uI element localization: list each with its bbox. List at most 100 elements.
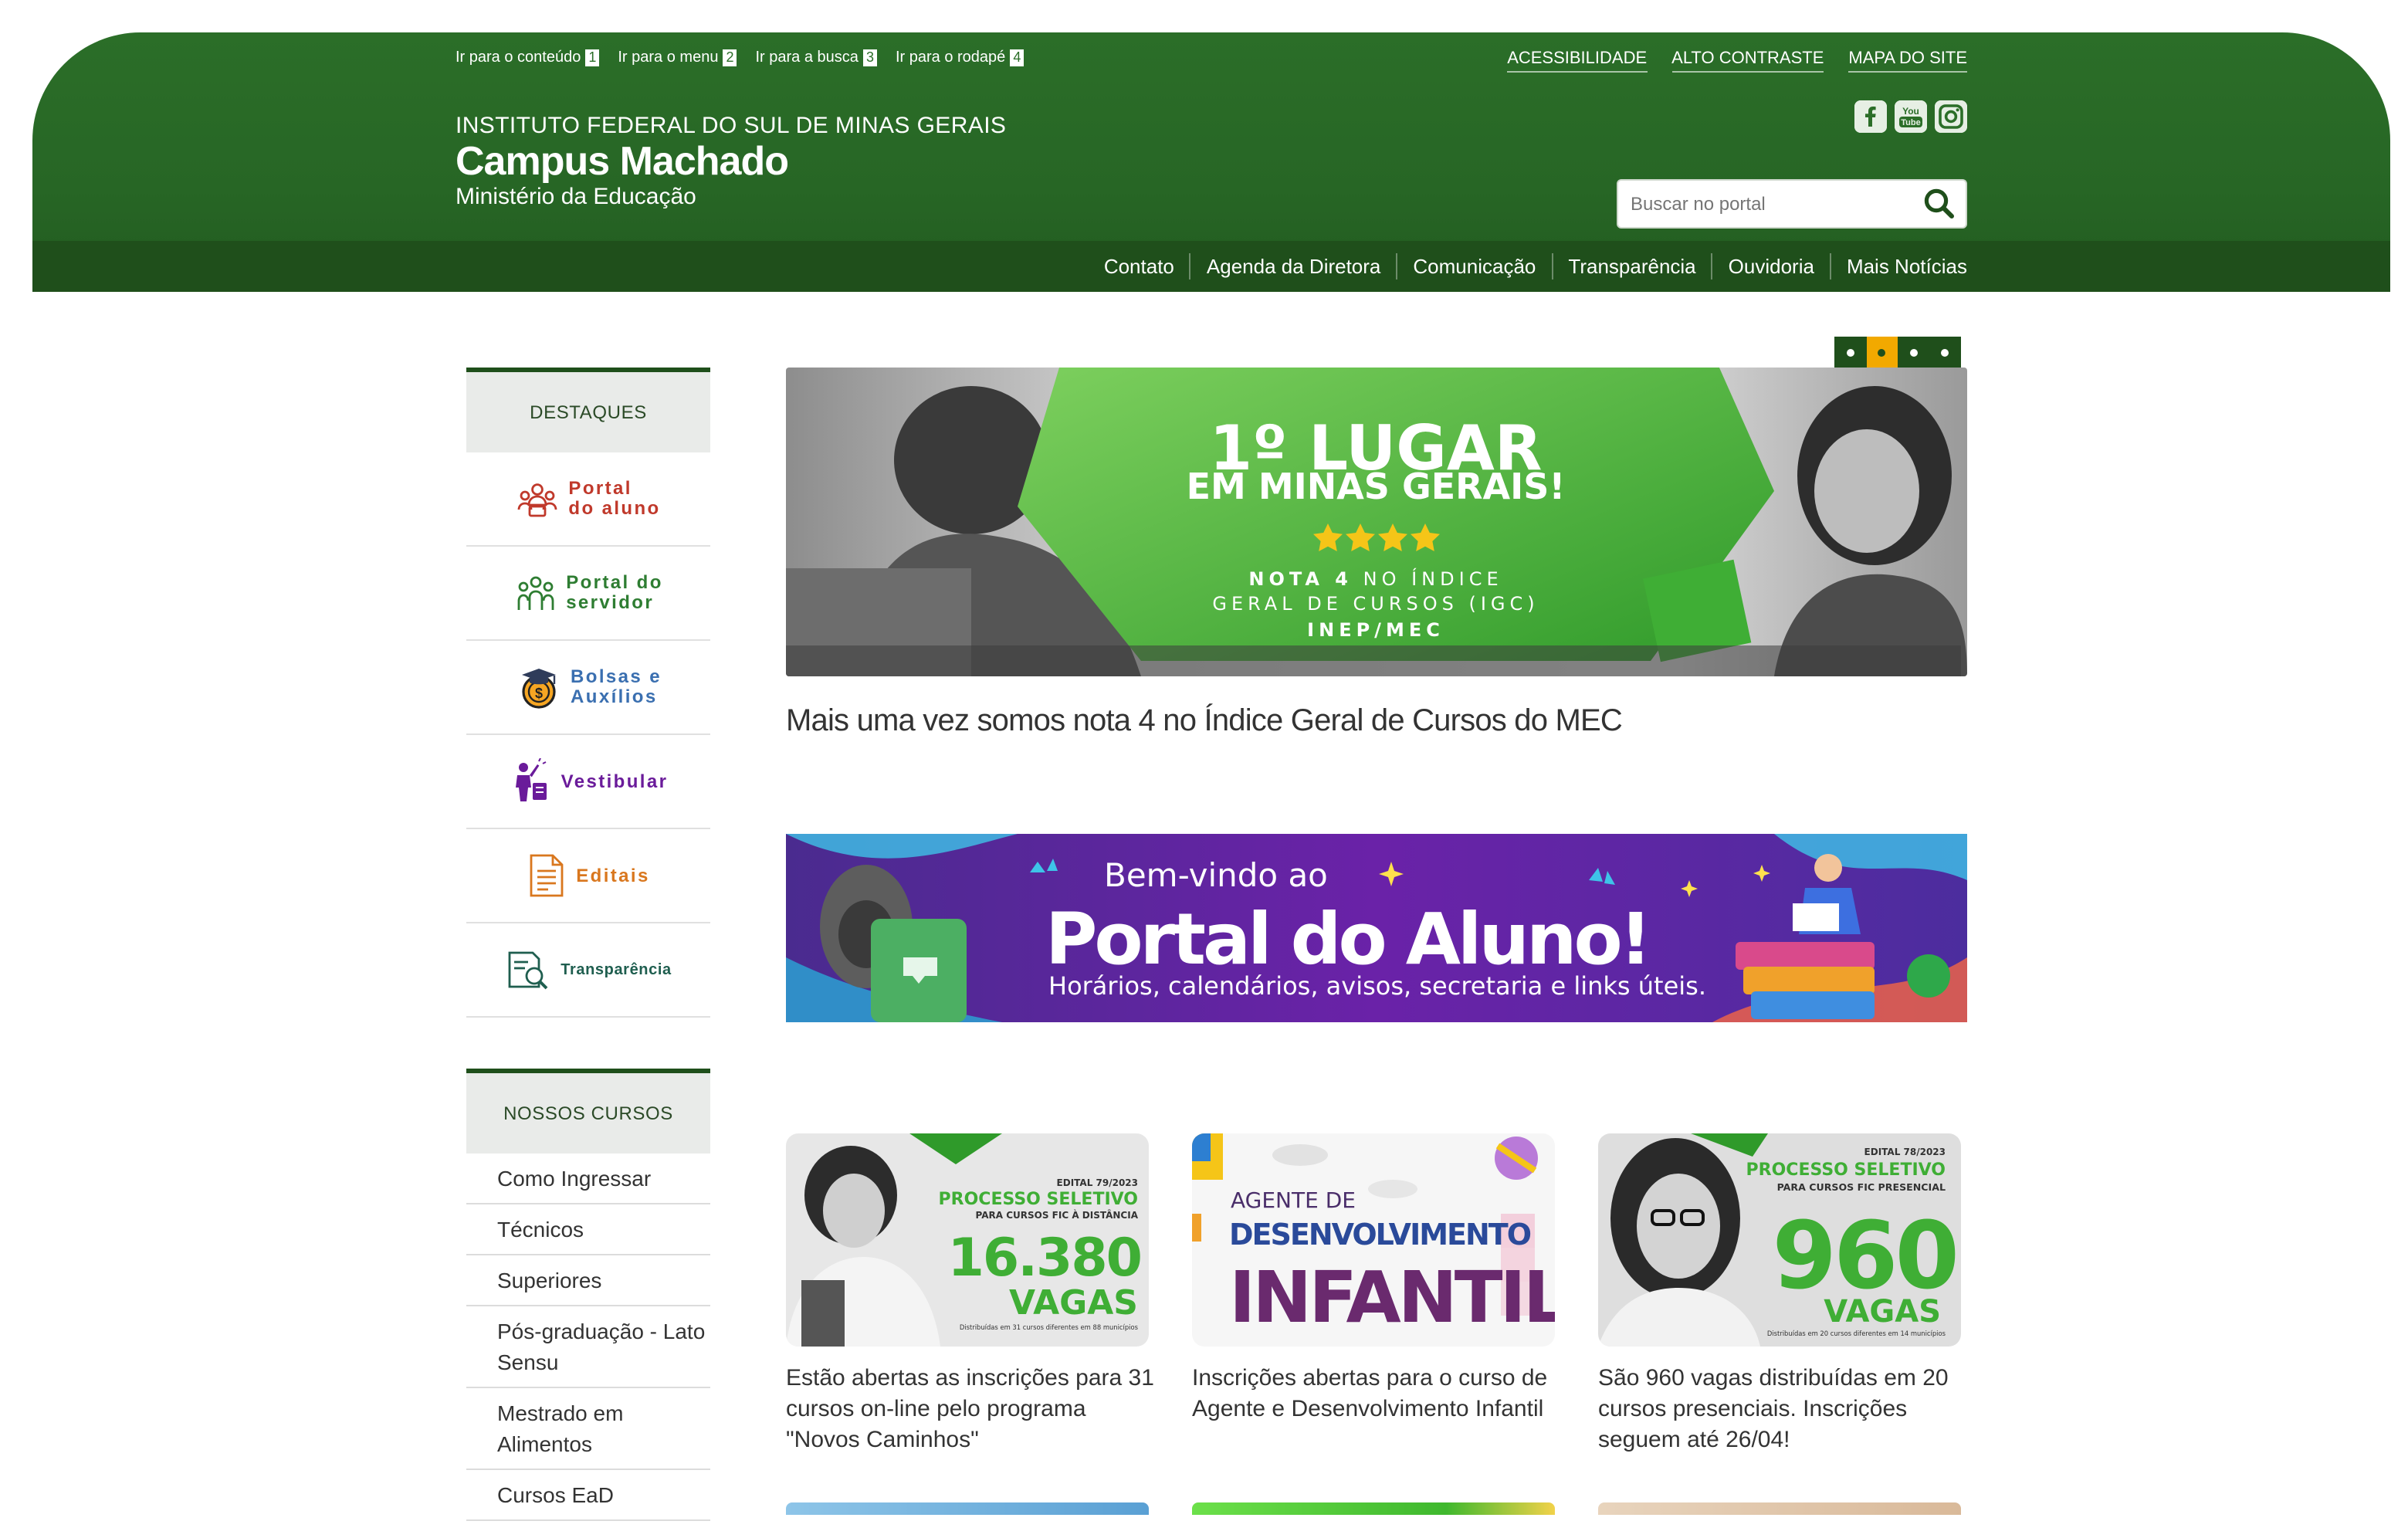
thumb-foot: Distribuídas em 20 cursos diferentes em … (1767, 1330, 1946, 1337)
courses-panel: NOSSOS CURSOS Como Ingressar Técnicos Su… (466, 1069, 710, 1521)
carousel-slide-image[interactable]: 1º LUGAR EM MINAS GERAIS! NOTA 4 NO ÍNDI… (786, 368, 1967, 676)
thumb-title-1: AGENTE DE (1231, 1187, 1356, 1213)
news-image-agente-infantil: AGENTE DE DESENVOLVIMENTO INFANTIL (1192, 1133, 1555, 1347)
thumb-edital: EDITAL 78/2023 (1864, 1147, 1946, 1157)
news-thumbnail[interactable]: AGENTE DE DESENVOLVIMENTO INFANTIL (1192, 1133, 1555, 1347)
thumb-title: PROCESSO SELETIVO (939, 1190, 1138, 1209)
skip-link-content[interactable]: Ir para o conteúdo 1 (456, 49, 600, 66)
thumb-title: PROCESSO SELETIVO (1746, 1160, 1946, 1180)
skip-link-search[interactable]: Ir para a busca 3 (756, 49, 877, 66)
portal-title: Portal do Aluno! (1045, 898, 1649, 981)
scholarship-icon: $ (521, 669, 556, 709)
document-icon (530, 854, 564, 897)
sitemap-link[interactable]: MAPA DO SITE (1848, 49, 1967, 73)
skip-link-footer[interactable]: Ir para o rodapé 4 (896, 49, 1025, 66)
highlight-bolsas[interactable]: $ Bolsas e Auxílios (466, 641, 710, 735)
course-link-pos-graduacao[interactable]: Pós-graduação - Lato Sensu (466, 1306, 710, 1388)
news-card[interactable]: EDITAL 78/2023 PROCESSO SELETIVO PARA CU… (1598, 1133, 1964, 1456)
social-links: You Tube (1854, 100, 1967, 133)
thumb-sub: PARA CURSOS FIC PRESENCIAL (1777, 1181, 1946, 1193)
portal-subtitle: Horários, calendários, avisos, secretari… (1048, 971, 1706, 1001)
news-title[interactable]: Estão abertas as inscrições para 31 curs… (786, 1364, 1157, 1456)
nav-item-contato[interactable]: Contato (1089, 253, 1190, 279)
carousel-pager (1834, 337, 1961, 369)
highlights-panel: DESTAQUES Portal do aluno Portal do serv… (466, 368, 710, 1018)
thumb-number: 16.380 (948, 1228, 1141, 1289)
nav-item-agenda[interactable]: Agenda da Diretora (1189, 253, 1397, 279)
accessibility-links: ACESSIBILIDADE ALTO CONTRASTE MAPA DO SI… (1507, 49, 1967, 73)
hero-line-1: NO ÍNDICE (1353, 567, 1503, 590)
news-title[interactable]: Inscrições abertas para o curso de Agent… (1192, 1364, 1563, 1425)
institution-name: INSTITUTO FEDERAL DO SUL DE MINAS GERAIS (456, 113, 1007, 139)
search-icon (1924, 188, 1954, 219)
courses-title: NOSSOS CURSOS (466, 1069, 710, 1154)
site-header: Ir para o conteúdo 1 Ir para o menu 2 Ir p… (32, 32, 2390, 292)
thumb-sub: PARA CURSOS FIC À DISTÂNCIA (976, 1209, 1139, 1221)
thumb-title-3: INFANTIL (1229, 1256, 1555, 1339)
page: Ir para o conteúdo 1 Ir para o menu 2 Ir p… (0, 0, 2408, 1538)
main-nav: Contato Agenda da Diretora Comunicação T… (32, 241, 2390, 292)
news-card[interactable]: EDITAL 79/2023 PROCESSO SELETIVO PARA CU… (786, 1133, 1154, 1456)
carousel-dot[interactable] (1834, 337, 1866, 369)
search-input[interactable] (1618, 191, 1912, 216)
news-title[interactable]: São 960 vagas distribuídas em 20 cursos … (1598, 1364, 1969, 1456)
highlight-label: servidor (566, 591, 655, 613)
highlight-label: Auxílios (571, 686, 658, 707)
svg-text:$: $ (534, 686, 542, 701)
site-title[interactable]: Campus Machado (456, 137, 789, 185)
carousel-dot[interactable] (1898, 337, 1929, 369)
course-link-superiores[interactable]: Superiores (466, 1255, 710, 1306)
portal-welcome: Bem-vindo ao (1104, 856, 1328, 894)
course-link-mestrado[interactable]: Mestrado em Alimentos (466, 1388, 710, 1470)
high-contrast-link[interactable]: ALTO CONTRASTE (1671, 49, 1824, 73)
nav-item-ouvidoria[interactable]: Ouvidoria (1711, 253, 1830, 279)
course-link-ead[interactable]: Cursos EaD (466, 1470, 710, 1521)
staff-icon (516, 576, 554, 610)
youtube-icon[interactable]: You Tube (1895, 100, 1927, 133)
instagram-icon[interactable] (1935, 100, 1967, 133)
hero-line-1-bold: NOTA 4 (1248, 568, 1353, 590)
svg-text:NOTA 4 NO ÍNDICE: NOTA 4 NO ÍNDICE (1248, 567, 1502, 590)
nav-item-comunicacao[interactable]: Comunicação (1396, 253, 1551, 279)
news-image-fic-ead: EDITAL 79/2023 PROCESSO SELETIVO PARA CU… (786, 1133, 1149, 1347)
course-link-como-ingressar[interactable]: Como Ingressar (466, 1154, 710, 1204)
carousel-caption[interactable]: Mais uma vez somos nota 4 no Índice Gera… (786, 704, 1623, 740)
hero-line-2: GERAL DE CURSOS (IGC) (1212, 593, 1539, 615)
highlight-transparencia[interactable]: Transparência (466, 923, 710, 1018)
portal-banner-art: Bem-vindo ao Portal do Aluno! Horários, … (786, 834, 1967, 1022)
news-thumbnail-partial[interactable] (1598, 1502, 1961, 1515)
highlight-label: Editais (576, 864, 650, 886)
skip-link-menu[interactable]: Ir para o menu 2 (618, 49, 737, 66)
highlight-portal-servidor[interactable]: Portal do servidor (466, 547, 710, 641)
highlight-label: Vestibular (561, 770, 669, 791)
news-thumbnail[interactable]: EDITAL 78/2023 PROCESSO SELETIVO PARA CU… (1598, 1133, 1961, 1347)
carousel-dot[interactable] (1929, 337, 1961, 369)
highlight-editais[interactable]: Editais (466, 829, 710, 923)
highlight-portal-aluno[interactable]: Portal do aluno (466, 452, 710, 547)
highlight-label: Portal do (566, 571, 663, 593)
vestibular-icon (516, 758, 547, 801)
highlight-label: Portal (568, 477, 632, 499)
svg-text:You: You (1902, 106, 1919, 117)
search-button[interactable] (1922, 187, 1956, 221)
news-thumbnail[interactable]: EDITAL 79/2023 PROCESSO SELETIVO PARA CU… (786, 1133, 1149, 1347)
hero-banner: 1º LUGAR EM MINAS GERAIS! NOTA 4 NO ÍNDI… (786, 368, 1967, 676)
news-thumbnail-partial[interactable] (786, 1502, 1149, 1515)
course-link-tecnicos[interactable]: Técnicos (466, 1204, 710, 1255)
thumb-edital: EDITAL 79/2023 (1057, 1177, 1138, 1188)
svg-text:Tube: Tube (1901, 118, 1920, 127)
transparency-icon (508, 951, 548, 990)
news-thumbnail-partial[interactable] (1192, 1502, 1555, 1515)
facebook-icon[interactable] (1854, 100, 1887, 133)
thumb-foot: Distribuídas em 31 cursos diferentes em … (960, 1323, 1138, 1331)
accessibility-link[interactable]: ACESSIBILIDADE (1507, 49, 1648, 73)
highlight-vestibular[interactable]: Vestibular (466, 735, 710, 829)
nav-item-transparencia[interactable]: Transparência (1551, 253, 1711, 279)
hero-headline-2: EM MINAS GERAIS! (1187, 466, 1566, 507)
thumb-unit: VAGAS (1824, 1294, 1941, 1330)
news-card[interactable]: AGENTE DE DESENVOLVIMENTO INFANTIL Inscr… (1192, 1133, 1558, 1425)
nav-item-mais-noticias[interactable]: Mais Notícias (1829, 253, 1967, 279)
portal-aluno-banner[interactable]: Bem-vindo ao Portal do Aluno! Horários, … (786, 834, 1967, 1022)
thumb-title-2: DESENVOLVIMENTO (1229, 1218, 1531, 1252)
carousel-dot-active[interactable] (1866, 337, 1898, 369)
